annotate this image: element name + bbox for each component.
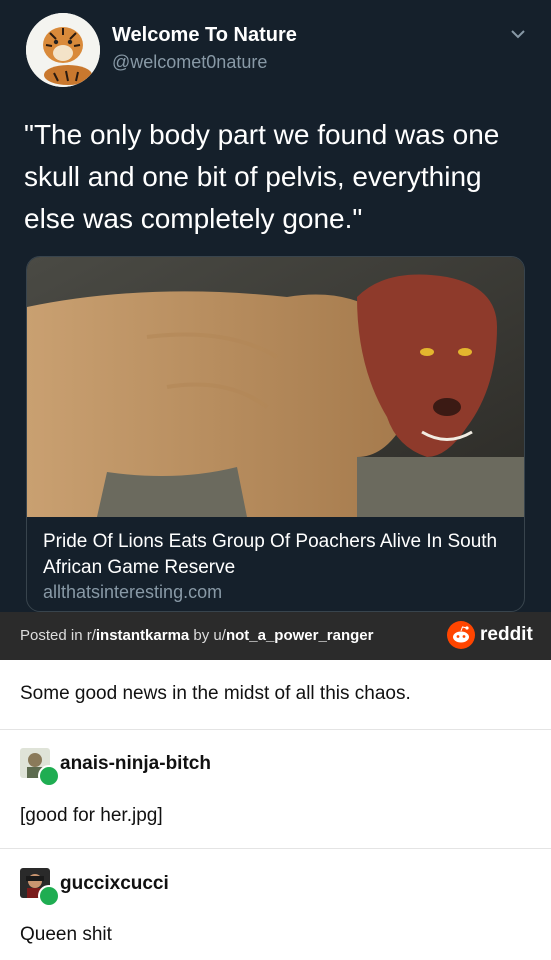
author-handle[interactable]: @welcomet0nature: [112, 52, 267, 73]
chevron-down-icon[interactable]: [508, 24, 528, 44]
post-caption: Some good news in the midst of all this …: [20, 683, 411, 704]
tweet-card: Welcome To Nature @welcomet0nature "The …: [0, 0, 551, 612]
comment-username[interactable]: guccixcucci: [60, 873, 169, 895]
reblog-icon: [38, 765, 60, 787]
reddit-brand[interactable]: reddit: [480, 624, 533, 646]
posted-in-label: Posted in r/: [20, 627, 96, 644]
reddit-source-bar: Posted in r/instantkarma by u/not_a_powe…: [0, 612, 551, 660]
comment-text: [good for her.jpg]: [20, 805, 163, 826]
lioness-photo: [27, 257, 524, 517]
comment-text: Queen shit: [20, 924, 112, 945]
posted-by-label: by u/: [189, 627, 226, 644]
tweet-text: "The only body part we found was one sku…: [24, 119, 500, 234]
author-name[interactable]: Welcome To Nature: [112, 24, 297, 47]
tiger-avatar[interactable]: [26, 13, 100, 87]
reblog-icon: [38, 885, 60, 907]
divider: [0, 848, 551, 849]
card-title[interactable]: Pride Of Lions Eats Group Of Poachers Al…: [43, 529, 513, 581]
divider: [0, 729, 551, 730]
subreddit-link[interactable]: instantkarma: [96, 627, 189, 644]
reddit-username-link[interactable]: not_a_power_ranger: [226, 627, 374, 644]
posted-in-line: Posted in r/instantkarma by u/not_a_powe…: [20, 627, 373, 644]
reddit-logo-icon[interactable]: [446, 620, 476, 650]
link-card[interactable]: Pride Of Lions Eats Group Of Poachers Al…: [26, 256, 525, 612]
comment-username[interactable]: anais-ninja-bitch: [60, 753, 211, 775]
card-domain[interactable]: allthatsinteresting.com: [43, 582, 222, 603]
